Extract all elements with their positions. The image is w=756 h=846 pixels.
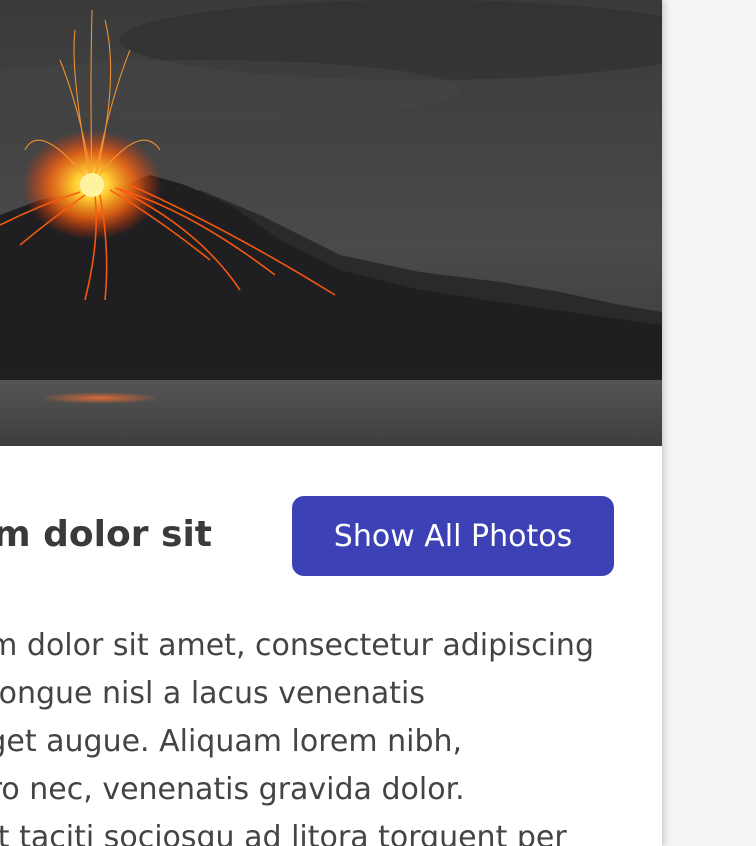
description-line: aliquet libero nec, venenatis gravida do… [0, 772, 465, 807]
description-line: interdum eget augue. Aliquam lorem nibh, [0, 724, 463, 759]
description-line: elit. Morbi congue nisl a lacus venenati… [0, 676, 426, 711]
description-line: Class aptent taciti sociosqu ad litora t… [0, 820, 567, 846]
card-title: Lorem ipsum dolor sit [0, 514, 212, 555]
card-description: Lorem ipsum dolor sit amet, consectetur … [0, 622, 594, 846]
description-line: Lorem ipsum dolor sit amet, consectetur … [0, 628, 594, 663]
photo-card: Lorem ipsum dolor sit Show All Photos Lo… [0, 0, 662, 846]
hero-image[interactable] [0, 0, 662, 446]
show-all-photos-button[interactable]: Show All Photos [292, 496, 614, 576]
